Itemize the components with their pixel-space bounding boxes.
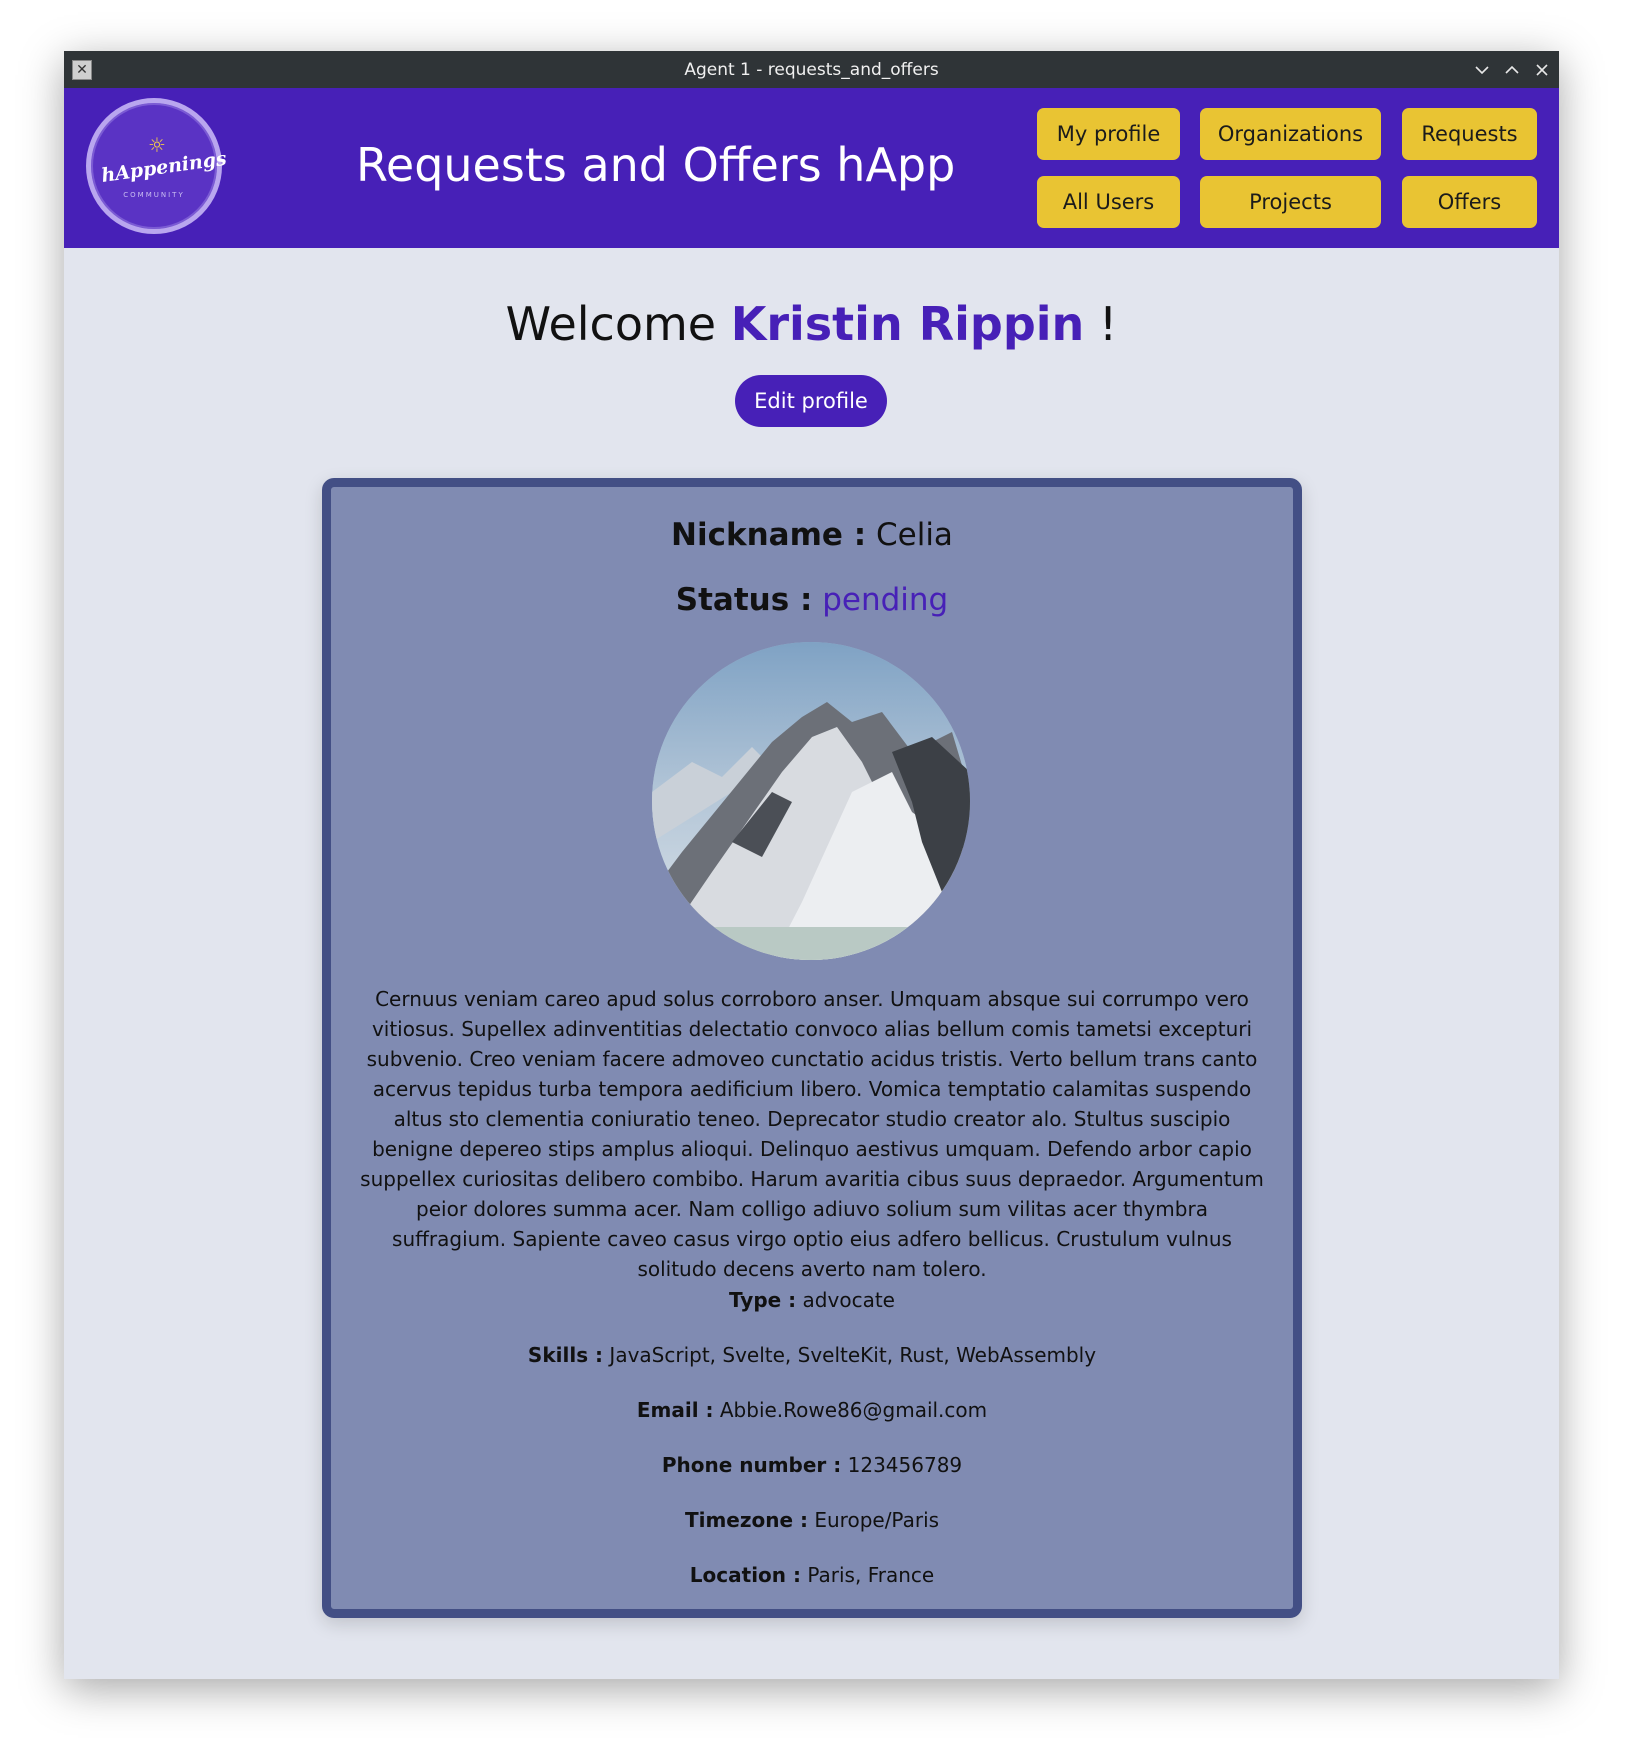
nav-offers-button[interactable]: Offers [1402,176,1537,228]
app-window: ✕ Agent 1 - requests_and_offers ☼ hAppen… [64,51,1559,1679]
status-label: Status : [675,582,813,618]
chevron-up-icon[interactable] [1503,61,1521,79]
status-row: Status : pending [331,582,1293,618]
nav-my-profile-button[interactable]: My profile [1037,108,1180,160]
timezone-value: Europe/Paris [814,1508,940,1532]
mountain-photo [652,642,970,960]
window-titlebar: ✕ Agent 1 - requests_and_offers [64,51,1559,88]
edit-profile-button[interactable]: Edit profile [735,375,887,427]
phone-value: 123456789 [847,1453,963,1477]
user-name: Kristin Rippin [730,297,1085,351]
app-header: ☼ hAppenings COMMUNITY Requests and Offe… [64,88,1559,248]
type-label: Type : [729,1288,797,1312]
close-icon[interactable] [1533,61,1551,79]
welcome-prefix: Welcome [505,297,731,351]
skills-value: JavaScript, Svelte, SvelteKit, Rust, Web… [609,1343,1097,1367]
nav-projects-button[interactable]: Projects [1200,176,1381,228]
nav-organizations-button[interactable]: Organizations [1200,108,1381,160]
welcome-suffix: ! [1084,297,1118,351]
type-row: Type : advocate [331,1288,1293,1312]
nav-all-users-button[interactable]: All Users [1037,176,1180,228]
location-row: Location : Paris, France [331,1563,1293,1587]
phone-label: Phone number : [661,1453,842,1477]
skills-row: Skills : JavaScript, Svelte, SvelteKit, … [331,1343,1293,1367]
logo-subtext: COMMUNITY [123,191,185,199]
profile-bio: Cernuus veniam careo apud solus corrobor… [360,987,1264,1281]
window-title: Agent 1 - requests_and_offers [684,59,939,80]
welcome-heading: Welcome Kristin Rippin ! [64,297,1559,351]
nickname-label: Nickname : [671,517,867,553]
happenings-logo[interactable]: ☼ hAppenings COMMUNITY [86,98,228,234]
email-row: Email : Abbie.Rowe86@gmail.com [331,1398,1293,1422]
profile-avatar [652,642,970,960]
nav-requests-button[interactable]: Requests [1402,108,1537,160]
main-content: Welcome Kristin Rippin ! Edit profile Ni… [64,248,1559,1679]
email-value: Abbie.Rowe86@gmail.com [719,1398,988,1422]
type-value: advocate [802,1288,895,1312]
window-controls [1473,51,1551,88]
timezone-label: Timezone : [684,1508,808,1532]
timezone-row: Timezone : Europe/Paris [331,1508,1293,1532]
status-value: pending [822,582,949,618]
email-label: Email : [636,1398,714,1422]
profile-card: Nickname : Celia Status : pending Cernuu… [322,478,1302,1618]
sun-icon: ☼ [148,133,166,157]
app-title: Requests and Offers hApp [356,138,956,192]
nickname-row: Nickname : Celia [331,517,1293,553]
skills-label: Skills : [527,1343,604,1367]
location-value: Paris, France [807,1563,935,1587]
nickname-value: Celia [875,517,953,553]
x-app-icon: ✕ [72,60,92,80]
chevron-down-icon[interactable] [1473,61,1491,79]
phone-row: Phone number : 123456789 [331,1453,1293,1477]
location-label: Location : [689,1563,801,1587]
